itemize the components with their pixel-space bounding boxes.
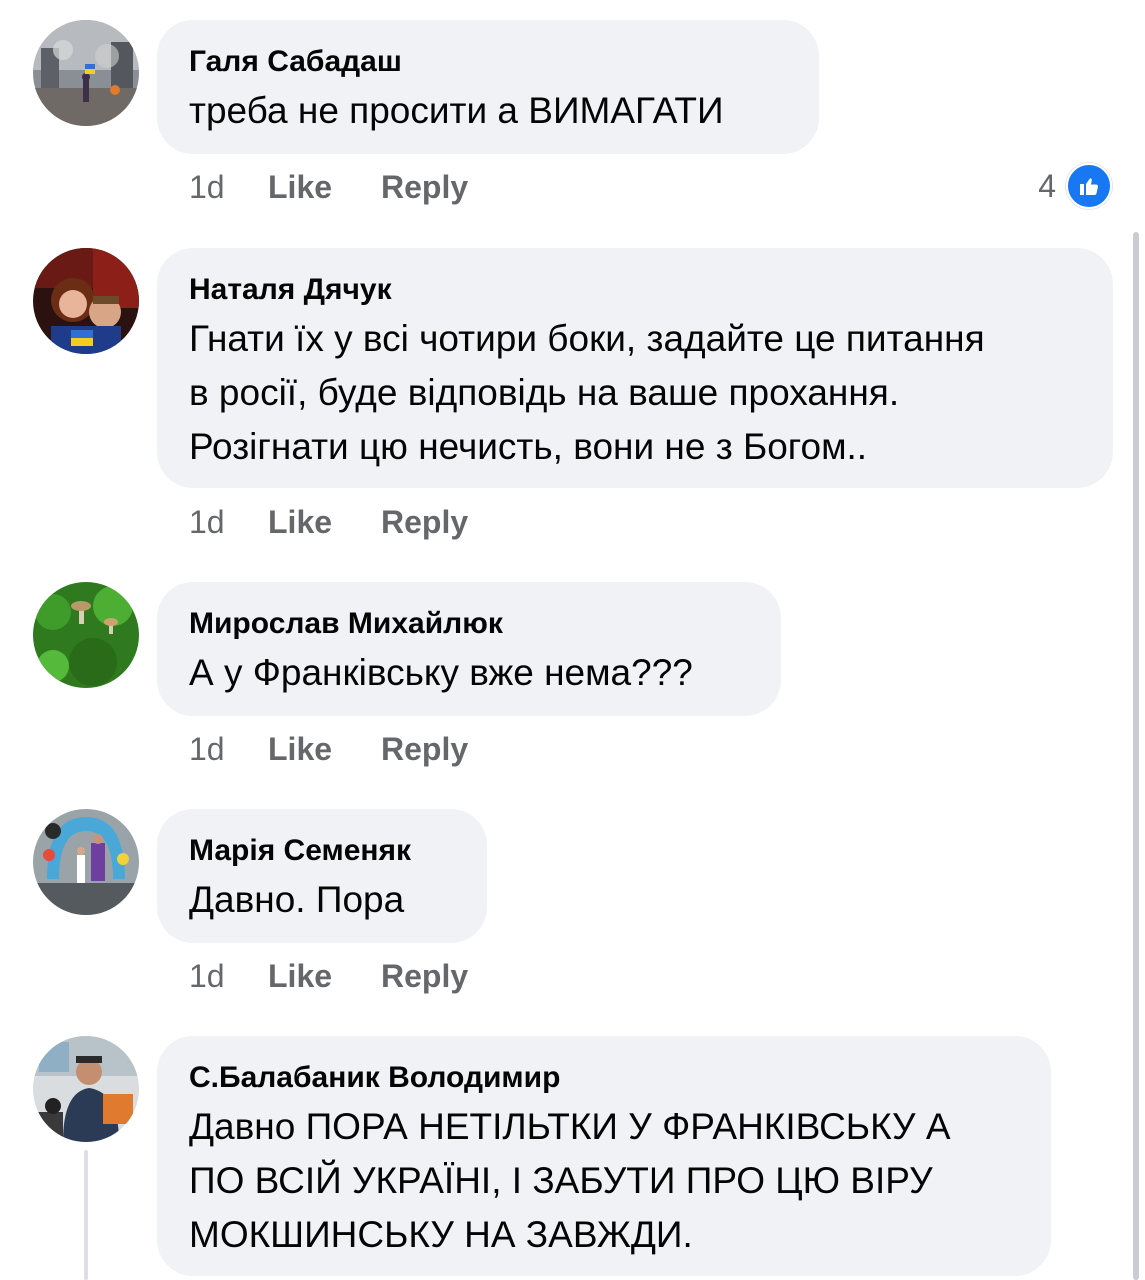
comment-text: А у Франківську вже нема??? (189, 652, 693, 693)
comment-text: Давно ПОРА НЕТІЛЬТКИ У ФРАНКІВСЬКУ А ПО … (189, 1100, 1019, 1262)
avatar[interactable] (33, 1036, 139, 1142)
comment-time[interactable]: 1d (189, 502, 225, 542)
comment-text-line: Гнати їх у всі чотири боки, задайте це п… (189, 318, 985, 359)
reaction-count: 4 (1038, 167, 1056, 204)
comment-text-line: Давно ПОРА НЕТІЛЬТКИ У ФРАНКІВСЬКУ А (189, 1106, 951, 1147)
comment-author[interactable]: Галя Сабадаш (189, 44, 787, 80)
avatar-photo-icon (33, 582, 139, 688)
comment-bubble: Мирослав Михайлюк А у Франківську вже не… (157, 582, 781, 716)
comment-bubble: С.Балабаник Володимир Давно ПОРА НЕТІЛЬТ… (157, 1036, 1051, 1276)
avatar[interactable] (33, 20, 139, 126)
avatar[interactable] (33, 582, 139, 688)
avatar-photo-icon (33, 20, 139, 126)
comment-text: Давно. Пора (189, 879, 405, 920)
comment-time[interactable]: 1d (189, 167, 225, 207)
avatar[interactable] (33, 809, 139, 915)
comment-author[interactable]: Марія Семеняк (189, 833, 455, 869)
reply-thread-line (84, 1150, 88, 1280)
like-button[interactable]: Like (268, 502, 332, 542)
comment-bubble: Наталя Дячук Гнати їх у всі чотири боки,… (157, 248, 1113, 488)
comment-text-line: МОКШИНСЬКУ НА ЗАВЖДИ. (189, 1214, 693, 1255)
like-button[interactable]: Like (268, 956, 332, 996)
avatar-photo-icon (33, 809, 139, 915)
scrollbar[interactable] (1133, 232, 1139, 1280)
reply-button[interactable]: Reply (381, 502, 468, 542)
avatar-photo-icon (33, 1036, 139, 1142)
comment-author[interactable]: С.Балабаник Володимир (189, 1060, 1019, 1096)
comment-text-line: в росії, буде відповідь на ваше прохання… (189, 372, 900, 413)
like-reaction-icon (1066, 163, 1112, 209)
reply-button[interactable]: Reply (381, 167, 468, 207)
comment-text: Гнати їх у всі чотири боки, задайте це п… (189, 312, 1081, 474)
reaction-summary[interactable]: 4 (1038, 163, 1112, 209)
reply-button[interactable]: Reply (381, 729, 468, 769)
reply-button[interactable]: Reply (381, 956, 468, 996)
like-button[interactable]: Like (268, 167, 332, 207)
comment-bubble: Галя Сабадаш треба не просити а ВИМАГАТИ (157, 20, 819, 154)
comment-text-line: Розігнати цю нечисть, вони не з Богом.. (189, 426, 868, 467)
comment-bubble: Марія Семеняк Давно. Пора (157, 809, 487, 943)
avatar[interactable] (33, 248, 139, 354)
comment-text-line: ПО ВСІЙ УКРАЇНІ, І ЗАБУТИ ПРО ЦЮ ВІРУ (189, 1160, 933, 1201)
avatar-photo-icon (33, 248, 139, 354)
like-button[interactable]: Like (268, 729, 332, 769)
comment-author[interactable]: Мирослав Михайлюк (189, 606, 749, 642)
comment-time[interactable]: 1d (189, 729, 225, 769)
comment-time[interactable]: 1d (189, 956, 225, 996)
comment-author[interactable]: Наталя Дячук (189, 272, 1081, 308)
comment-text: треба не просити а ВИМАГАТИ (189, 90, 724, 131)
